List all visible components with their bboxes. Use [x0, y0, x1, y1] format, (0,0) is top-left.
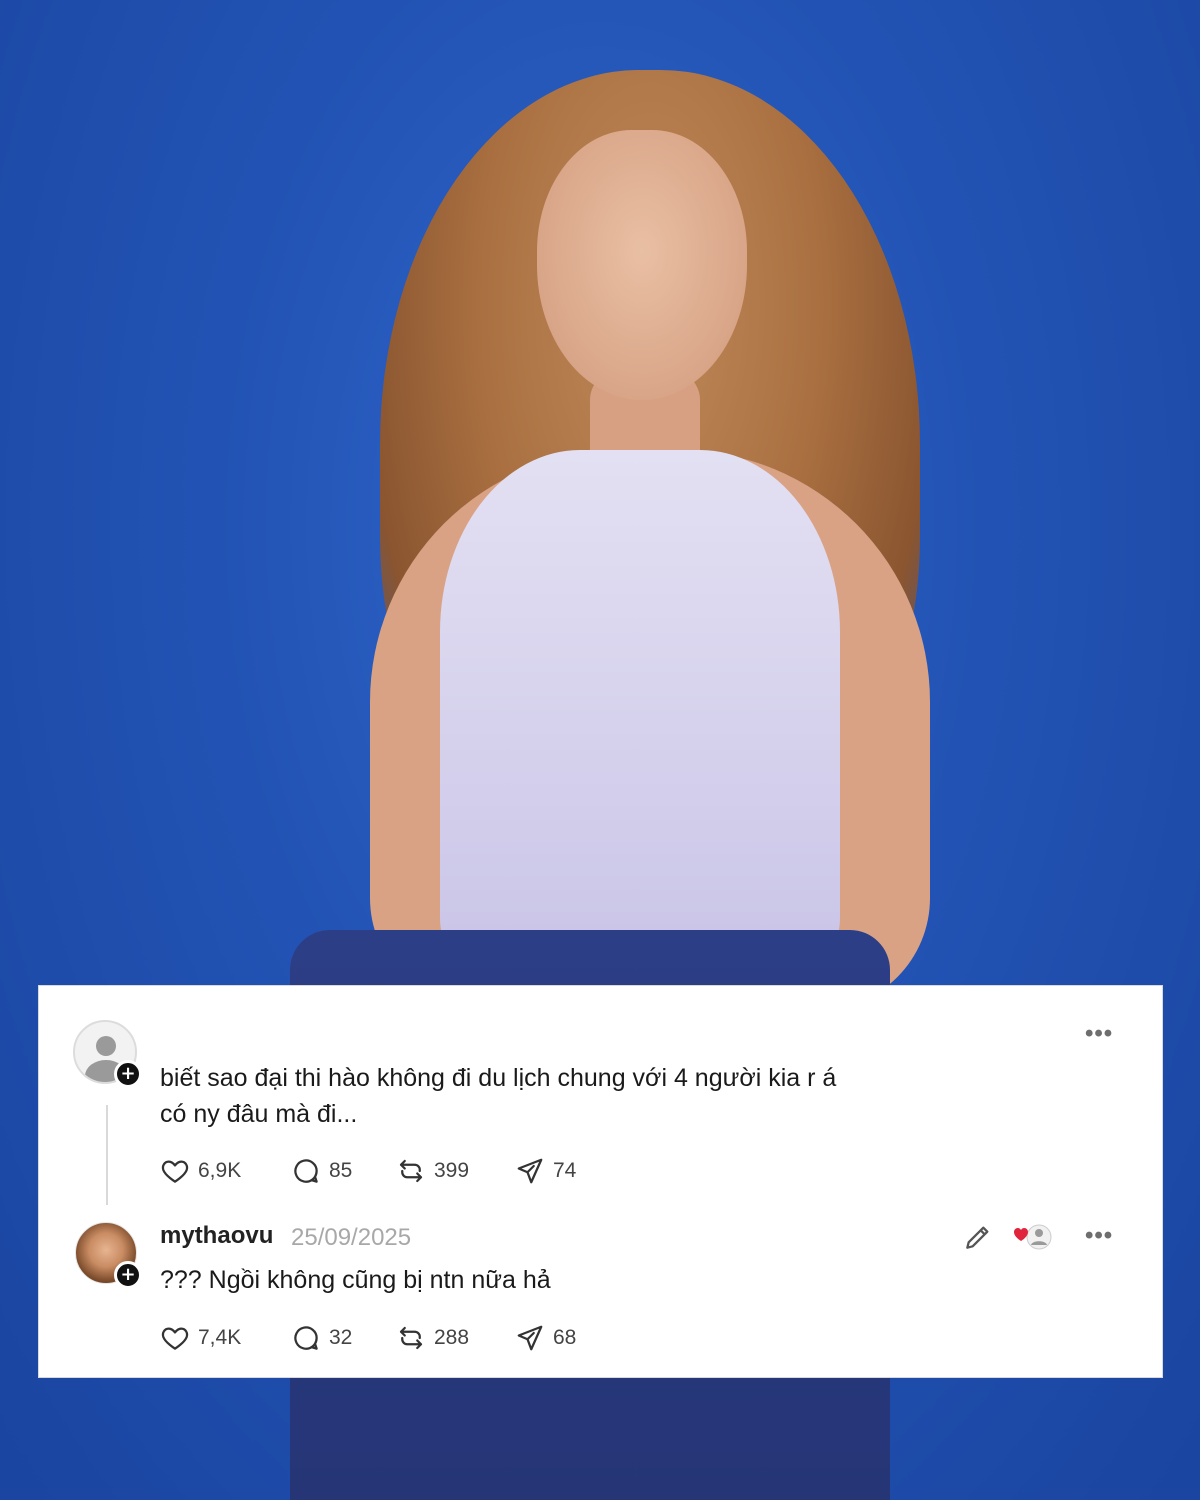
tank-top-shape — [440, 450, 840, 970]
heart-icon — [161, 1160, 189, 1183]
avatar-head — [96, 1036, 116, 1056]
repost-icon — [399, 1326, 423, 1350]
repost-count: 399 — [434, 1159, 470, 1182]
comment-text: ??? Ngồi không cũng bị ntn nữa hả — [160, 1266, 551, 1294]
like-count: 7,4K — [198, 1326, 242, 1349]
repost-count: 288 — [434, 1326, 470, 1349]
reply-button[interactable]: 85 — [291, 1156, 352, 1186]
heart-user-icon — [1014, 1224, 1052, 1250]
share-button[interactable]: 74 — [515, 1156, 576, 1186]
thread-line — [106, 1105, 108, 1205]
more-options-icon[interactable]: ••• — [1085, 1222, 1113, 1250]
repost-button[interactable]: 399 — [396, 1156, 469, 1186]
like-button[interactable]: 6,9K — [160, 1156, 241, 1186]
edit-button[interactable] — [962, 1221, 994, 1258]
send-icon — [517, 1325, 543, 1351]
share-count: 68 — [553, 1326, 577, 1349]
username[interactable]: mythaovu — [160, 1222, 273, 1250]
pencil-icon — [966, 1226, 989, 1249]
follow-plus-icon[interactable]: + — [114, 1261, 142, 1289]
comment-date: 25/09/2025 — [291, 1224, 412, 1251]
share-count: 74 — [553, 1159, 577, 1182]
reply-count: 32 — [329, 1326, 353, 1349]
comment-text-line-2: có ny đâu mà đi... — [160, 1100, 358, 1128]
repost-button[interactable]: 288 — [396, 1323, 469, 1353]
comment-bubble-icon — [294, 1326, 318, 1350]
reply-button[interactable]: 32 — [291, 1323, 352, 1353]
more-options-icon[interactable]: ••• — [1085, 1020, 1113, 1048]
send-icon — [517, 1158, 543, 1184]
comment-text-line-1: biết sao đại thi hào không đi du lịch ch… — [160, 1064, 837, 1092]
repost-icon — [399, 1159, 423, 1183]
share-button[interactable]: 68 — [515, 1323, 576, 1353]
like-button[interactable]: 7,4K — [160, 1323, 241, 1353]
comment-bubble-icon — [294, 1159, 318, 1183]
face-shape — [537, 130, 747, 400]
author-liked-badge — [1012, 1221, 1054, 1258]
reply-count: 85 — [329, 1159, 353, 1182]
like-count: 6,9K — [198, 1159, 242, 1182]
follow-plus-icon[interactable]: + — [114, 1060, 142, 1088]
heart-icon — [161, 1327, 189, 1350]
